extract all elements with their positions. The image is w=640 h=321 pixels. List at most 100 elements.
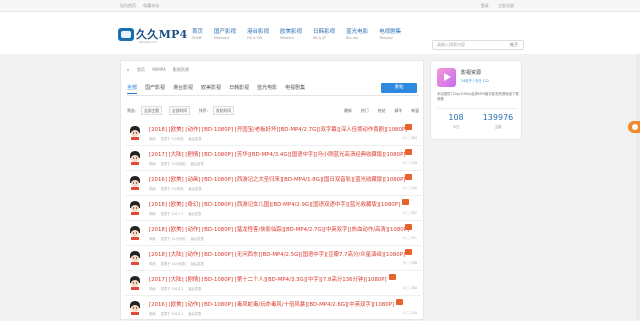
- nav-bluray[interactable]: 蓝光电影 Blu-ray: [346, 28, 368, 41]
- thread-author[interactable]: 风雨: [149, 287, 156, 291]
- thread-last-post: 最后发表: [188, 287, 202, 291]
- new-post-button[interactable]: 发帖: [381, 83, 417, 93]
- thread-meta: 风雨 发表于 2018-1 最后发表: [149, 286, 206, 291]
- thread-author[interactable]: 风雨: [149, 312, 156, 316]
- filter-new-window[interactable]: 新窗: [411, 108, 419, 113]
- nav-teleplay[interactable]: 电视剧集 Teleplay: [379, 28, 401, 41]
- site-logo[interactable]: 久久MP4 99mp4.com: [118, 26, 188, 48]
- filter-digest[interactable]: 精华: [395, 108, 403, 113]
- avatar[interactable]: [127, 224, 143, 240]
- nav-hk-tw[interactable]: 港台影视 HK & TW: [247, 28, 269, 41]
- thread-date: 发表于 2018-1: [160, 287, 184, 291]
- thread-date: 发表于 2小时前: [160, 137, 184, 141]
- thread-meta: 风雨 发表于 2小时前 最后发表: [149, 186, 207, 191]
- avatar[interactable]: [127, 124, 143, 140]
- thread-stats: 0 □ 256: [403, 261, 417, 265]
- register-link[interactable]: 立即注册: [498, 3, 514, 8]
- thread-author[interactable]: 风雨: [149, 262, 156, 266]
- thread-list: [2018] [欧美] [动作] [BD-1080P] [齐国宝/老板好坏][B…: [125, 121, 421, 321]
- thread-last-post: 最后发表: [188, 187, 202, 191]
- thread-row[interactable]: [2018] [大陆] [动作] [BD-1080P] [无问西东][BD-MP…: [125, 246, 421, 271]
- filter-type-select[interactable]: 全部主题: [141, 106, 163, 115]
- nav-kr-jp[interactable]: 日韩影视 KR & JP: [313, 28, 335, 41]
- filter-hot-threads[interactable]: 热帖: [378, 108, 386, 113]
- new-badge: [402, 199, 410, 205]
- thread-author[interactable]: 风雨: [149, 237, 156, 241]
- search-box[interactable]: 请输入搜索内容 帖子: [432, 40, 524, 50]
- breadcrumb-item[interactable]: 影视资源: [173, 67, 189, 72]
- nav-home[interactable]: 首页 HOME: [192, 28, 203, 41]
- nav-western[interactable]: 欧美影视 Western: [280, 28, 302, 41]
- thread-author[interactable]: 风雨: [149, 137, 156, 141]
- bookmark-link[interactable]: 收藏本站: [143, 3, 159, 8]
- filter-latest[interactable]: 最新: [344, 108, 352, 113]
- thread-stats: 0 □ 234: [403, 311, 417, 315]
- filter-bar: 筛选: 全部主题 全部时间 排序: 发帖时间 最新 热门 热帖 精华 新窗: [127, 106, 419, 117]
- avatar[interactable]: [127, 249, 143, 265]
- thread-title[interactable]: [2016] [欧美] [动作] [BD-1080P] [毒凤蛇毒/玩命毒风/十…: [149, 300, 394, 308]
- home-icon[interactable]: ⌂: [127, 67, 130, 72]
- divider: [437, 108, 517, 109]
- thread-meta: 风雨 发表于 14小时前 最后发表: [149, 261, 209, 266]
- login-link[interactable]: 登录: [481, 3, 489, 8]
- tab-western[interactable]: 欧美影视: [201, 83, 221, 93]
- thread-title[interactable]: [2018] [欧美] [动作] [BD-1080P] [齐国宝/老板好坏][B…: [149, 125, 407, 133]
- filter-time-select[interactable]: 全部时间: [169, 106, 191, 115]
- thread-author[interactable]: 风雨: [149, 162, 156, 166]
- tab-hk-tw[interactable]: 港台影视: [173, 83, 193, 93]
- thread-stats: 0 □ 297: [403, 211, 417, 215]
- thread-author[interactable]: 风雨: [149, 187, 156, 191]
- tab-all[interactable]: 全部: [127, 83, 138, 94]
- thread-last-post: 最后发表: [190, 237, 204, 241]
- new-badge: [405, 124, 412, 130]
- thread-row[interactable]: [2018] [欧美] [动作] [BD-1080P] [猛龙怪客/侠影仙踪][…: [125, 221, 421, 246]
- breadcrumb: ⌂ 首页 99MP4 影视资源: [127, 67, 195, 73]
- thread-row[interactable]: [2018] [欧美] [奇幻] [BD-1080P] [西游记女儿国][BD-…: [125, 196, 421, 221]
- thread-meta: 风雨 发表于 2小时前 最后发表: [149, 136, 207, 141]
- breadcrumb-item[interactable]: 首页: [137, 67, 145, 72]
- thread-title[interactable]: [2017] [大陆] [剧情] [BD-1080P] [第十二个人][BD-M…: [149, 275, 387, 283]
- new-badge: [388, 274, 396, 280]
- thread-title[interactable]: [2018] [欧美] [奇幻] [BD-1080P] [西游记女儿国][BD-…: [149, 200, 400, 208]
- tab-kr-jp[interactable]: 日韩影视: [229, 83, 249, 93]
- floating-help-button[interactable]: [628, 121, 640, 133]
- thread-row[interactable]: [2016] [欧美] [动画] [BD-1080P] [西游记之大圣归来][B…: [125, 171, 421, 196]
- sort-select[interactable]: 发帖时间: [213, 106, 235, 115]
- new-badge: [405, 149, 412, 155]
- avatar[interactable]: [127, 174, 143, 190]
- forum-name[interactable]: 影视资源: [461, 69, 481, 76]
- thread-last-post: 最后发表: [190, 262, 204, 266]
- filter-quick-links: 最新 热门 热帖 精华 新窗: [336, 108, 419, 114]
- tab-bluray[interactable]: 蓝光电影: [257, 83, 277, 93]
- filter-hot[interactable]: 热门: [361, 108, 369, 113]
- breadcrumb-item[interactable]: 99MP4: [152, 67, 166, 72]
- thread-title[interactable]: [2017] [大陆] [剧情] [BD-1080P] [芳华][BD-MP4/…: [149, 150, 405, 158]
- thread-title[interactable]: [2018] [大陆] [动作] [BD-1080P] [无问西东][BD-MP…: [149, 250, 405, 258]
- thread-row[interactable]: [2017] [大陆] [剧情] [BD-1080P] [芳华][BD-MP4/…: [125, 146, 421, 171]
- today-count: 108: [448, 113, 464, 122]
- avatar[interactable]: [127, 299, 143, 315]
- tab-mainland[interactable]: 国产影视: [145, 83, 165, 93]
- thread-title[interactable]: [2018] [欧美] [动作] [BD-1080P] [猛龙怪客/侠影仙踪][…: [149, 225, 409, 233]
- thread-meta: 风雨 发表于 11小时前 最后发表: [149, 236, 209, 241]
- avatar[interactable]: [127, 149, 143, 165]
- today-label: 今日: [452, 125, 460, 129]
- nav-mainland[interactable]: 国产影视 Mainland: [214, 28, 236, 41]
- thread-row[interactable]: [2017] [大陆] [剧情] [BD-1080P] [第十二个人][BD-M…: [125, 271, 421, 296]
- thread-row[interactable]: [2018] [欧美] [动作] [BD-1080P] [齐国宝/老板好坏][B…: [125, 121, 421, 146]
- thread-title[interactable]: [2016] [欧美] [动画] [BD-1080P] [西游记之大圣归来][B…: [149, 175, 405, 183]
- search-scope-select[interactable]: 帖子: [510, 41, 518, 49]
- set-homepage-link[interactable]: 设为首页: [120, 3, 136, 8]
- avatar[interactable]: [127, 199, 143, 215]
- forum-description: 本站提供720p/1080p高清MP4格式影视资源免费下载观看: [437, 92, 519, 101]
- thread-date: 发表于 2小时前: [160, 187, 184, 191]
- new-badge: [405, 174, 412, 180]
- tab-teleplay[interactable]: 电视剧集: [285, 83, 305, 93]
- site-header: 久久MP4 99mp4.com 首页 HOME 国产影视 Mainland 港台影视…: [0, 12, 640, 54]
- avatar[interactable]: [127, 274, 143, 290]
- category-tabs: 全部 国产影视 港台影视 欧美影视 日韩影视 蓝光电影 电视剧集 发帖: [127, 83, 419, 96]
- search-input[interactable]: 请输入搜索内容: [437, 41, 465, 49]
- thread-date: 发表于 2018-1: [160, 312, 184, 316]
- thread-author[interactable]: 风雨: [149, 212, 156, 216]
- thread-row[interactable]: [2016] [欧美] [动作] [BD-1080P] [毒凤蛇毒/玩命毒风/十…: [125, 296, 421, 321]
